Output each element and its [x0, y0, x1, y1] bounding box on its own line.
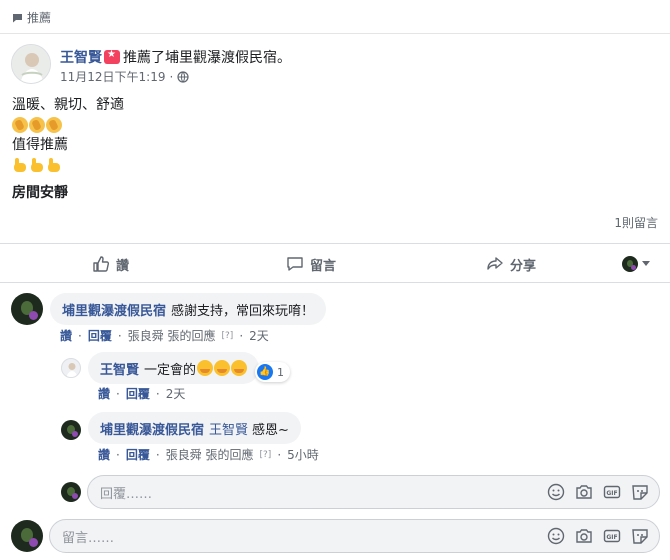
sticker-icon[interactable] — [631, 527, 649, 545]
reply-input-tools: GIF — [547, 483, 649, 501]
recommendation-label-row: 推薦 — [12, 9, 51, 26]
reply-input[interactable]: 回覆…… GIF — [87, 475, 660, 509]
reply-avatar[interactable] — [61, 358, 81, 378]
sticker-icon[interactable] — [631, 483, 649, 501]
share-label: 分享 — [510, 258, 537, 274]
reply-like-link[interactable]: 讚 — [98, 385, 110, 402]
recommendation-header: 推薦 — [0, 0, 670, 34]
gif-icon[interactable]: GIF — [603, 527, 621, 545]
clapping-emoji-row — [12, 115, 124, 135]
reply-actions: 讚 · 回覆 · 張良舜 張的回應 [?] · 5小時 — [98, 446, 319, 463]
comment-input[interactable]: 留言…… GIF — [49, 519, 660, 553]
post-as-selector[interactable] — [622, 256, 650, 272]
comment-avatar[interactable] — [11, 293, 43, 325]
comment-placeholder: 留言…… — [62, 530, 115, 546]
reply-input-avatar — [61, 482, 81, 502]
post-time[interactable]: 11月12日下午1:19 — [60, 68, 166, 85]
comment-reply-link[interactable]: 回覆 — [88, 327, 112, 344]
reply-mention[interactable]: 王智賢 — [209, 419, 248, 438]
reaction-summary[interactable]: 👍 1 — [255, 362, 290, 382]
svg-text:GIF: GIF — [606, 534, 617, 541]
help-marker[interactable]: [?] — [260, 450, 272, 460]
reply-actions: 讚 · 回覆 · 2天 — [98, 385, 186, 402]
post-action-bar: 讚 留言 分享 — [0, 243, 670, 283]
comment-actions: 讚 · 回覆 · 張良舜 張的回應 [?] · 2天 — [60, 327, 269, 344]
post-author-name[interactable]: 王智賢 — [60, 47, 102, 67]
recommend-star-icon — [104, 49, 120, 64]
reply-placeholder: 回覆…… — [100, 486, 153, 502]
share-arrow-icon — [487, 257, 503, 270]
reaction-count: 1 — [277, 365, 284, 379]
hugging-face-icon — [214, 360, 231, 376]
post-author-line: 王智賢 推薦了埔里觀瀑渡假民宿。 — [60, 47, 291, 67]
comment-button[interactable]: 留言 — [286, 244, 336, 284]
like-label: 讚 — [116, 258, 130, 274]
comment-text: 感謝支持，常回來玩唷！ — [171, 303, 315, 319]
post-meta: 11月12日下午1:19 · — [60, 68, 189, 85]
post-line: 值得推薦 — [12, 137, 68, 153]
clapping-hands-icon — [29, 117, 45, 133]
avatar[interactable] — [11, 44, 51, 84]
reply-bubble: 埔里觀瀑渡假民宿 王智賢 感恩~ — [88, 412, 301, 444]
pointing-hand-icon — [29, 157, 45, 173]
reply-text: 一定會的 — [144, 362, 197, 378]
camera-icon[interactable] — [575, 527, 593, 545]
pointing-emoji-row — [12, 155, 124, 175]
post-author-avatar-wrap[interactable] — [11, 44, 51, 84]
help-marker[interactable]: [?] — [222, 331, 234, 341]
chevron-down-icon — [642, 261, 650, 266]
comment-count[interactable]: 1則留言 — [614, 214, 658, 231]
comment-input-avatar — [11, 520, 43, 552]
comment-responder[interactable]: 張良舜 張的回應 — [128, 327, 216, 344]
reply-author[interactable]: 埔里觀瀑渡假民宿 — [100, 419, 204, 438]
post-line: 溫暖、親切、舒適 — [12, 97, 124, 113]
globe-icon[interactable] — [177, 70, 189, 83]
emoji-icon[interactable] — [547, 527, 565, 545]
reply-reply-link[interactable]: 回覆 — [126, 385, 150, 402]
comment-author[interactable]: 埔里觀瀑渡假民宿 — [62, 300, 166, 319]
reply-avatar[interactable] — [61, 420, 81, 440]
svg-text:GIF: GIF — [606, 490, 617, 497]
like-reaction-icon: 👍 — [257, 364, 273, 380]
post-action-text: 推薦了埔里觀瀑渡假民宿。 — [123, 50, 291, 66]
comment-like-link[interactable]: 讚 — [60, 327, 72, 344]
reply-time[interactable]: 5小時 — [287, 446, 319, 463]
thumbs-up-icon — [93, 256, 110, 272]
recommendation-label: 推薦 — [27, 11, 52, 25]
hugging-face-icon — [231, 360, 248, 376]
post-line: 房間安靜 — [12, 185, 68, 201]
avatar-photo — [12, 45, 50, 83]
camera-icon[interactable] — [575, 483, 593, 501]
reply-time[interactable]: 2天 — [166, 385, 186, 402]
comment-input-tools: GIF — [547, 527, 649, 545]
clapping-hands-icon — [46, 117, 62, 133]
gif-icon[interactable]: GIF — [603, 483, 621, 501]
hugging-face-icon — [197, 360, 214, 376]
like-button[interactable]: 讚 — [92, 244, 129, 284]
selector-avatar — [622, 256, 638, 272]
comment-bubble-icon — [287, 257, 303, 271]
clapping-hands-icon — [12, 117, 28, 133]
reply-author[interactable]: 王智賢 — [100, 359, 139, 378]
post-body: 溫暖、親切、舒適 值得推薦 房間安靜 — [12, 95, 124, 203]
pointing-hand-icon — [46, 157, 62, 173]
reply-text: 感恩~ — [252, 422, 289, 438]
comment-bubble: 埔里觀瀑渡假民宿 感謝支持，常回來玩唷！ — [50, 293, 327, 325]
reply-like-link[interactable]: 讚 — [98, 446, 110, 463]
comment-time[interactable]: 2天 — [249, 327, 269, 344]
pointing-hand-icon — [12, 157, 28, 173]
reply-bubble: 王智賢 一定會的 — [88, 352, 260, 384]
share-button[interactable]: 分享 — [486, 244, 536, 284]
separator-dot: · — [169, 69, 174, 84]
reply-responder[interactable]: 張良舜 張的回應 — [166, 446, 254, 463]
comment-label: 留言 — [310, 258, 337, 274]
emoji-icon[interactable] — [547, 483, 565, 501]
speech-bubble-icon — [13, 13, 22, 22]
reply-reply-link[interactable]: 回覆 — [126, 446, 150, 463]
